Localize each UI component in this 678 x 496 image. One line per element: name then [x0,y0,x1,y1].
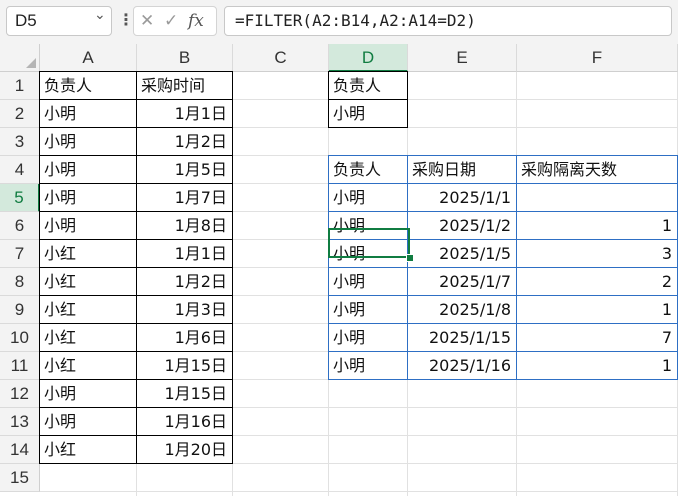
result-cell[interactable]: 小明 [328,295,408,324]
chevron-down-icon[interactable]: ⌄ [94,7,106,23]
row-header-15[interactable]: 15 [0,464,40,492]
result-cell[interactable]: 小明 [328,323,408,352]
table-cell[interactable]: 小明 [39,99,137,128]
table-cell[interactable]: 小明 [39,127,137,156]
more-options-icon[interactable]: ⋮ [118,12,134,28]
row-header-12[interactable]: 12 [0,380,40,408]
select-all-corner[interactable] [0,44,40,72]
row-header-13[interactable]: 13 [0,408,40,436]
result-cell[interactable]: 7 [516,323,678,352]
table-cell[interactable]: 小红 [39,295,137,324]
table-cell[interactable]: 1月2日 [136,267,233,296]
result-cell[interactable]: 1 [516,351,678,380]
column-header-b[interactable]: B [137,44,233,72]
table-cell[interactable]: 1月3日 [136,295,233,324]
result-header-cell[interactable]: 负责人 [328,155,408,184]
result-header-cell[interactable]: 采购日期 [407,155,517,184]
column-header-d[interactable]: D [329,44,408,72]
result-cell[interactable]: 1 [516,295,678,324]
result-cell[interactable]: 小明 [328,239,408,268]
row-header-2[interactable]: 2 [0,100,40,128]
result-cell[interactable]: 小明 [328,183,408,212]
table-cell[interactable]: 1月16日 [136,407,233,436]
table-cell[interactable]: 小明 [39,211,137,240]
column-header-a[interactable]: A [40,44,137,72]
row-header-10[interactable]: 10 [0,324,40,352]
table-cell[interactable]: 小红 [39,323,137,352]
column-header-f[interactable]: F [517,44,678,72]
row-header-5[interactable]: 5 [0,184,40,212]
table-cell[interactable]: 1月5日 [136,155,233,184]
table-header-cell[interactable]: 负责人 [39,71,137,100]
result-cell[interactable]: 2025/1/1 [407,183,517,212]
table-cell[interactable]: 1月20日 [136,435,233,464]
column-header-e[interactable]: E [408,44,517,72]
formula-bar: D5 ⌄ ⋮ ✕ ✓ fx =FILTER(A2:B14,A2:A14=D2) [0,0,678,44]
result-cell[interactable]: 小明 [328,267,408,296]
enter-icon[interactable]: ✓ [164,11,178,31]
result-cell[interactable]: 2 [516,267,678,296]
result-cell[interactable]: 3 [516,239,678,268]
row-header-11[interactable]: 11 [0,352,40,380]
row-header-1[interactable]: 1 [0,72,40,100]
result-cell[interactable] [516,183,678,212]
insert-function-icon[interactable]: fx [188,11,204,31]
formula-tools: ✕ ✓ fx [133,6,217,36]
result-cell[interactable]: 1 [516,211,678,240]
table-cell[interactable]: 小红 [39,435,137,464]
table-cell[interactable]: 1月6日 [136,323,233,352]
row-header-7[interactable]: 7 [0,240,40,268]
table-cell[interactable]: 小明 [39,183,137,212]
table-cell[interactable]: 小明 [39,379,137,408]
result-cell[interactable]: 小明 [328,351,408,380]
table-cell[interactable]: 1月15日 [136,379,233,408]
table-cell[interactable]: 1月1日 [136,99,233,128]
name-box-value: D5 [15,11,37,30]
column-header-c[interactable]: C [233,44,329,72]
table-cell[interactable]: 1月8日 [136,211,233,240]
spreadsheet-grid[interactable]: A B C D E F 1 2 3 4 5 6 7 8 9 10 11 12 13 14 15 负责人 采购时间 小明 1月1日… [0,44,678,496]
table-cell[interactable]: 1月2日 [136,127,233,156]
table-cell[interactable]: 小红 [39,351,137,380]
result-cell[interactable]: 2025/1/5 [407,239,517,268]
table-cell[interactable]: 小红 [39,267,137,296]
table-header-cell[interactable]: 采购时间 [136,71,233,100]
table-cell[interactable]: 1月1日 [136,239,233,268]
row-header-9[interactable]: 9 [0,296,40,324]
row-header-8[interactable]: 8 [0,268,40,296]
table-cell[interactable]: 1月15日 [136,351,233,380]
gridline-horizontal [40,491,678,492]
result-header-cell[interactable]: 采购隔离天数 [516,155,678,184]
result-cell[interactable]: 2025/1/16 [407,351,517,380]
formula-input[interactable]: =FILTER(A2:B14,A2:A14=D2) [224,6,672,36]
result-cell[interactable]: 小明 [328,211,408,240]
table-cell[interactable]: 1月7日 [136,183,233,212]
result-cell[interactable]: 2025/1/2 [407,211,517,240]
result-cell[interactable]: 2025/1/8 [407,295,517,324]
result-cell[interactable]: 2025/1/15 [407,323,517,352]
table-cell[interactable]: 小明 [39,407,137,436]
criteria-value[interactable]: 小明 [328,99,408,128]
row-header-14[interactable]: 14 [0,436,40,464]
criteria-header[interactable]: 负责人 [328,71,408,100]
table-cell[interactable]: 小红 [39,239,137,268]
row-header-3[interactable]: 3 [0,128,40,156]
select-all-icon [26,58,36,68]
row-header-4[interactable]: 4 [0,156,40,184]
result-cell[interactable]: 2025/1/7 [407,267,517,296]
fill-handle[interactable] [406,254,414,262]
table-cell[interactable]: 小明 [39,155,137,184]
row-header-6[interactable]: 6 [0,212,40,240]
cancel-icon[interactable]: ✕ [140,11,154,31]
formula-text: =FILTER(A2:B14,A2:A14=D2) [235,11,476,30]
